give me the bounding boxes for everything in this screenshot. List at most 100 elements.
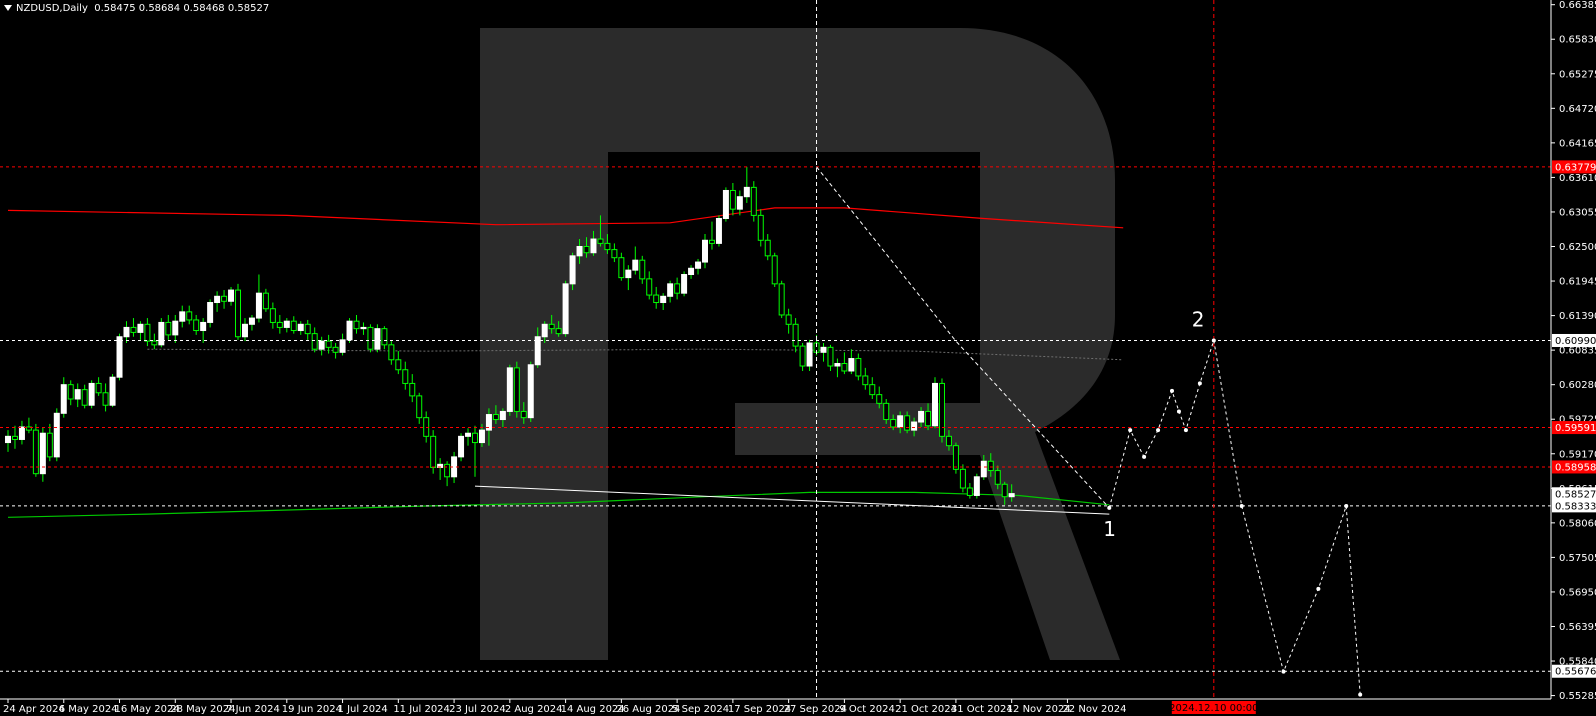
x-tick-label: 2 Aug 2024 [505,704,563,715]
x-tick-label: 24 Apr 2024 [3,704,65,715]
x-tick-label: 1 Jul 2024 [338,704,388,715]
candle-body [980,460,987,478]
candle-body [897,415,904,428]
y-tick-label: 0.65830 [1559,35,1596,46]
candle-body [172,320,179,336]
candle-body [952,445,959,470]
price-badge-label: 0.60990 [1555,336,1596,347]
candle-body [597,238,604,244]
candle-body [283,320,290,328]
candle-body [681,274,688,294]
x-tick-label: 6 May 2024 [59,704,118,715]
candle-body [290,320,297,332]
x-tick-label: 31 Oct 2024 [951,704,1013,715]
candle-body [353,320,360,330]
candle-body [255,292,262,319]
y-tick-label: 0.58060 [1559,518,1596,529]
candle-body [938,382,945,437]
date-badge-label: 2024.12.10 00:00 [1169,703,1258,714]
candle-body [722,189,729,219]
candle-body [555,328,562,335]
candle-body [764,239,771,257]
candle-body [18,426,25,440]
projection-node [1156,428,1161,433]
candle-body [151,340,158,346]
candle-body [81,389,88,406]
y-tick-label: 0.56395 [1559,622,1596,633]
price-badge-label: 0.58333 [1555,501,1596,512]
candle-body [527,364,534,419]
candle-body [548,323,555,330]
candle-body [541,323,548,338]
candle-body [729,189,736,210]
gray-moving-average-line [147,348,1124,361]
projection-node [1358,692,1363,697]
candle-body [88,382,95,406]
candle-body [918,410,925,423]
candle-body [855,358,862,377]
projection-node [1211,338,1216,343]
candle-body [702,239,708,263]
candle-body [123,326,130,338]
candle-body [304,323,311,335]
candle-body [478,429,485,444]
candle-body [109,376,116,406]
candle-body [416,395,423,419]
candle-body [325,340,332,348]
watermark-logo [480,28,1120,660]
candle-body [465,432,472,437]
projection-node [1344,504,1349,509]
candle-body [74,389,81,400]
y-tick-label: 0.60835 [1559,346,1596,357]
candle-body [973,476,980,496]
y-tick-label: 0.66385 [1559,0,1596,11]
x-tick-label: 7 Jun 2024 [226,704,280,715]
candle-body [736,196,743,210]
candle-body [506,367,513,412]
candle-body [667,283,674,297]
candle-body [911,421,918,431]
candle-body [750,186,757,216]
projection-node [1239,504,1244,509]
candle-body [158,321,165,346]
y-tick-label: 0.63055 [1559,207,1596,218]
candle-body [994,470,1001,485]
candle-body [5,435,11,444]
candle-body [834,363,841,367]
y-tick-label: 0.60280 [1559,380,1596,391]
candle-body [388,344,395,361]
price-badge-label: 0.59591 [1555,423,1596,434]
x-tick-label: 23 Jul 2024 [449,704,506,715]
candle-body [214,295,221,304]
candle-body [144,323,151,342]
candle-body [660,295,667,304]
candle-body [1008,493,1015,498]
candle-body [444,463,451,478]
candle-body [618,257,625,279]
candle-body [297,323,304,332]
projection-node [1176,409,1181,414]
candle-body [430,435,437,468]
candle-body [492,414,499,421]
candle-body [604,242,611,251]
projection-node [1281,669,1286,674]
candle-body [374,328,381,350]
price-badge-label: 0.58527 [1555,489,1596,500]
candle-body [395,359,402,371]
candle-body [695,261,702,269]
candle-body [346,320,353,341]
price-badge-label: 0.58958 [1555,462,1596,473]
x-tick-label: 14 Aug 2024 [561,704,625,715]
candle-body [276,321,283,328]
candle-body [806,342,813,367]
y-tick-label: 0.64165 [1559,138,1596,149]
candle-body [311,333,318,350]
candle-body [102,392,109,406]
candle-body [165,321,172,336]
candle-body [757,214,764,241]
candle-body [792,323,799,347]
price-chart[interactable]: 0.66385 0.65830 0.65275 0.64720 0.64165 0.636… [0,0,1596,716]
candle-body [841,363,848,372]
candle-body [848,358,855,372]
candle-body [569,255,576,285]
